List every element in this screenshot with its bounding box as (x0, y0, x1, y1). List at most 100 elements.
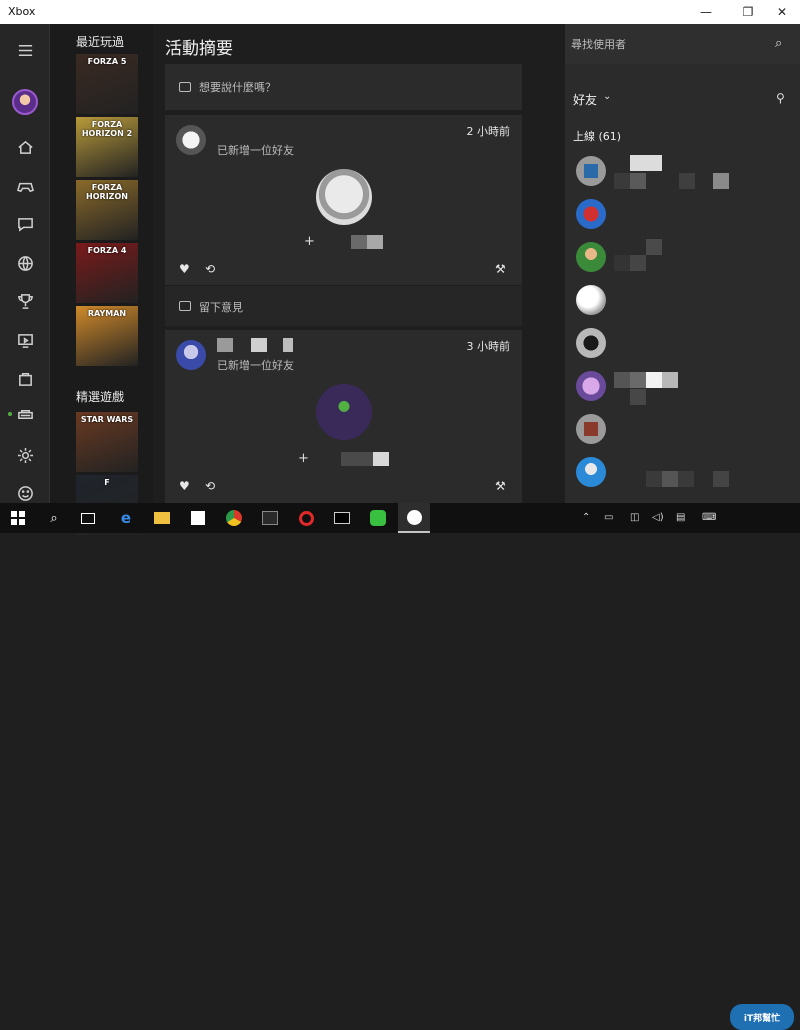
chevron-down-icon[interactable]: ⌄ (603, 91, 611, 102)
share-icon[interactable]: ⟲ (205, 479, 215, 493)
opera-icon[interactable] (290, 503, 322, 533)
friend-avatar[interactable] (576, 328, 606, 358)
search-icon[interactable]: ⌕ (775, 36, 782, 51)
console-icon[interactable] (0, 399, 50, 429)
game-tile[interactable]: FORZA 5 (76, 54, 138, 114)
plus-sign: + (304, 234, 315, 249)
game-tile-label: FORZA 4 (87, 246, 127, 255)
search-icon[interactable]: ⌕ (38, 503, 70, 533)
window-title: Xbox (8, 5, 36, 18)
game-tile-label: FORZA HORIZON (86, 183, 128, 201)
game-tile-label: RAYMAN (87, 309, 127, 318)
game-tile-label: FORZA HORIZON 2 (81, 120, 133, 138)
comment-icon (179, 82, 191, 92)
pin-icon[interactable]: ⚒ (495, 262, 506, 276)
post-text: 已新增一位好友 (217, 144, 294, 157)
globe-icon[interactable] (0, 248, 50, 278)
line-icon[interactable] (362, 503, 394, 533)
friend-avatar[interactable] (576, 371, 606, 401)
close-button[interactable]: ✕ (766, 0, 798, 24)
comment-icon (179, 301, 191, 311)
like-icon[interactable]: ♥ (179, 479, 190, 493)
minimize-button[interactable]: — (690, 0, 722, 24)
blurred-author-name (217, 338, 233, 352)
blurred-gamertag (367, 235, 383, 249)
blurred-friend-name (646, 239, 662, 255)
game-tile[interactable]: FORZA HORIZON 2 (76, 117, 138, 177)
blurred-friend-name (679, 173, 695, 189)
network-icon[interactable]: ◫ (630, 512, 639, 523)
post-author-avatar[interactable] (176, 125, 206, 155)
like-icon[interactable]: ♥ (179, 262, 190, 276)
friend-avatar[interactable] (576, 156, 606, 186)
blurred-friend-name (646, 372, 662, 388)
friend-avatar-large[interactable] (316, 169, 372, 225)
activity-feed: 活動摘要 想要說什麼嗎？ 2 小時前 已新增一位好友 + ♥ ⟲ ⚒ 留下意見 … (153, 24, 565, 503)
comment-placeholder: 留下意見 (199, 301, 243, 314)
add-friend-icon[interactable]: ⚲ (776, 91, 785, 105)
friend-avatar[interactable] (576, 457, 606, 487)
friend-avatar-large[interactable] (316, 384, 372, 440)
comment-row[interactable]: 留下意見 (165, 286, 522, 326)
friend-avatar[interactable] (576, 242, 606, 272)
chrome-icon[interactable] (218, 503, 250, 533)
store-taskbar-icon[interactable] (182, 503, 214, 533)
nav-rail (0, 24, 50, 503)
friends-filter[interactable]: 好友 (573, 91, 597, 108)
friend-avatar[interactable] (576, 414, 606, 444)
plus-sign: + (298, 451, 309, 466)
post-author-avatar[interactable] (176, 340, 206, 370)
blurred-author-name (251, 338, 267, 352)
blurred-gamertag (373, 452, 389, 466)
message-icon[interactable] (0, 209, 50, 239)
feed-post: 2 小時前 已新增一位好友 + ♥ ⟲ ⚒ (165, 115, 522, 285)
home-icon[interactable] (0, 132, 50, 162)
maximize-button[interactable]: ❐ (732, 0, 764, 24)
app-icon[interactable] (254, 503, 286, 533)
avatar[interactable] (0, 87, 50, 117)
terminal-icon[interactable] (326, 503, 358, 533)
compose-box[interactable]: 想要說什麼嗎？ (165, 64, 522, 110)
game-tile[interactable]: RAYMAN (76, 306, 138, 366)
search-input[interactable] (571, 33, 761, 55)
trophy-icon[interactable] (0, 286, 50, 316)
dvr-icon[interactable] (0, 325, 50, 355)
chevron-up-icon[interactable]: ⌃ (582, 512, 590, 523)
post-time: 3 小時前 (466, 340, 511, 353)
settings-icon[interactable] (0, 440, 50, 470)
game-tile[interactable]: FORZA 4 (76, 243, 138, 303)
blurred-friend-name (614, 255, 630, 271)
blurred-friend-name (614, 173, 630, 189)
file-explorer-icon[interactable] (146, 503, 178, 533)
pin-icon[interactable]: ⚒ (495, 479, 506, 493)
game-tile-label: F (104, 478, 110, 487)
friend-search: ⌕ (565, 24, 800, 64)
online-count: 上線 (61) (573, 130, 622, 143)
task-view-icon[interactable] (72, 503, 104, 533)
friend-avatar[interactable] (576, 199, 606, 229)
recent-games-label: 最近玩過 (76, 35, 125, 49)
blurred-friend-name (630, 389, 646, 405)
controller-icon[interactable] (0, 171, 50, 201)
blurred-friend-name (678, 471, 694, 487)
page-title: 活動摘要 (165, 39, 233, 59)
volume-icon[interactable]: ◁) (652, 512, 664, 523)
compose-placeholder: 想要說什麼嗎？ (199, 81, 276, 94)
friend-avatar[interactable] (576, 285, 606, 315)
blurred-friend-name (630, 372, 646, 388)
start-icon[interactable] (2, 503, 34, 533)
title-bar: Xbox — ❐ ✕ (0, 0, 800, 24)
game-tile[interactable]: STAR WARS (76, 412, 138, 472)
keyboard-icon[interactable]: ⌨ (702, 512, 716, 523)
edge-icon[interactable]: e (110, 503, 142, 533)
hamburger-icon[interactable] (0, 35, 50, 65)
blurred-friend-name (713, 471, 729, 487)
store-icon[interactable] (0, 363, 50, 393)
post-text: 已新增一位好友 (217, 359, 294, 372)
blurred-friend-name (630, 173, 646, 189)
share-icon[interactable]: ⟲ (205, 262, 215, 276)
game-tile[interactable]: FORZA HORIZON (76, 180, 138, 240)
action-center-icon[interactable]: ▤ (676, 512, 685, 523)
xbox-taskbar-icon[interactable] (398, 503, 430, 533)
battery-icon[interactable]: ▭ (604, 512, 613, 523)
